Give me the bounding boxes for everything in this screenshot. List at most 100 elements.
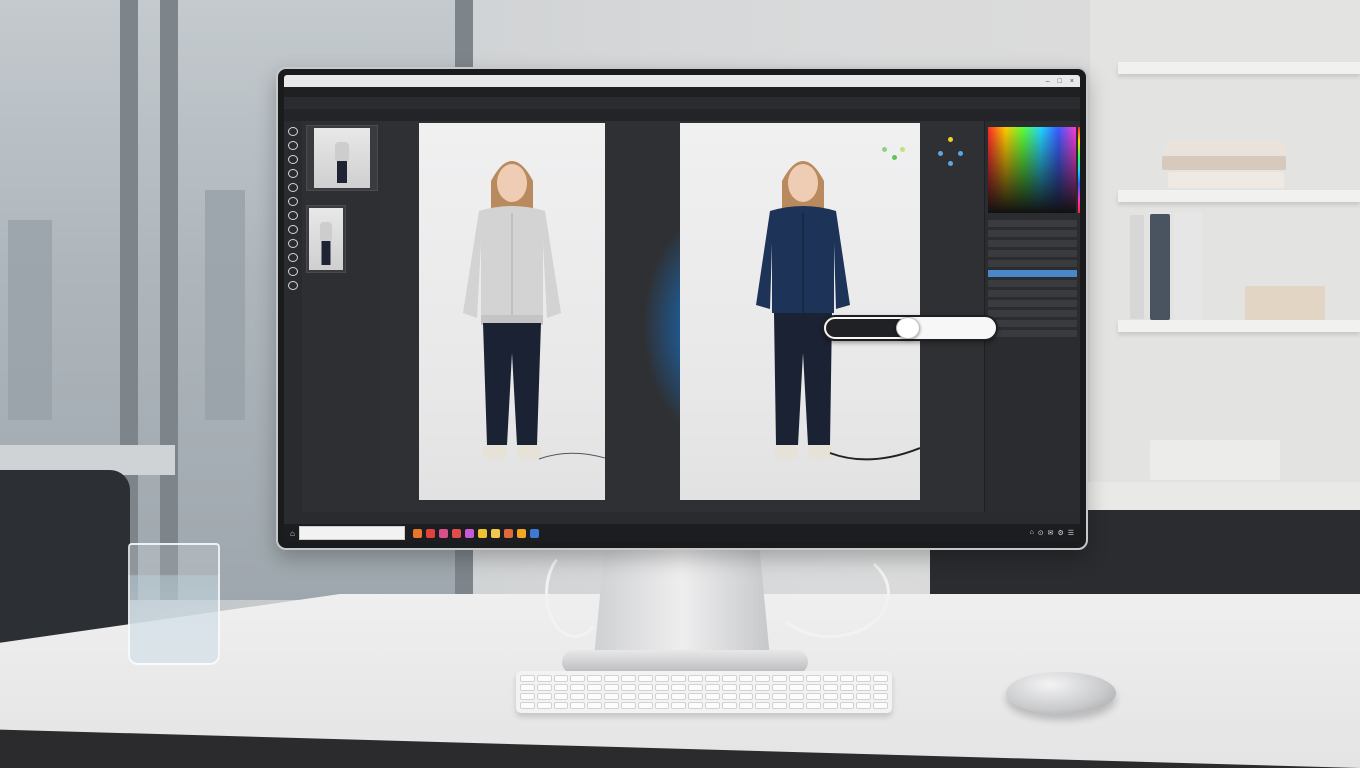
app-icon[interactable] — [516, 528, 526, 538]
key[interactable] — [856, 684, 872, 691]
key[interactable] — [654, 702, 670, 709]
key[interactable] — [671, 675, 687, 682]
mouse[interactable] — [1006, 672, 1116, 714]
key[interactable] — [805, 675, 821, 682]
layer-row[interactable] — [988, 320, 1077, 327]
app-icon[interactable] — [490, 528, 500, 538]
key[interactable] — [755, 675, 771, 682]
key[interactable] — [536, 675, 552, 682]
key[interactable] — [637, 675, 653, 682]
key[interactable] — [620, 702, 636, 709]
key[interactable] — [721, 693, 737, 700]
app-icon[interactable] — [412, 528, 422, 538]
key[interactable] — [789, 702, 804, 709]
key[interactable] — [637, 702, 653, 709]
key[interactable] — [604, 675, 619, 682]
tool-icon[interactable] — [288, 211, 298, 220]
key[interactable] — [755, 693, 771, 700]
thumbnail-2[interactable] — [306, 205, 346, 273]
tool-icon[interactable] — [288, 155, 298, 164]
key[interactable] — [738, 675, 754, 682]
app-icon[interactable] — [529, 528, 539, 538]
tray-icon[interactable]: ✉ — [1048, 529, 1054, 537]
key[interactable] — [789, 675, 804, 682]
layer-row[interactable] — [988, 230, 1077, 237]
key[interactable] — [520, 693, 535, 700]
app-icon[interactable] — [425, 528, 435, 538]
hue-slider[interactable] — [1078, 127, 1080, 213]
tool-icon[interactable] — [288, 183, 298, 192]
key[interactable] — [671, 684, 687, 691]
key[interactable] — [772, 702, 788, 709]
key[interactable] — [755, 684, 771, 691]
layer-row[interactable] — [988, 260, 1077, 267]
key[interactable] — [688, 675, 703, 682]
key[interactable] — [520, 675, 535, 682]
tool-icon[interactable] — [288, 127, 298, 136]
key[interactable] — [520, 702, 535, 709]
key[interactable] — [839, 675, 855, 682]
key[interactable] — [553, 675, 569, 682]
key[interactable] — [789, 684, 804, 691]
key[interactable] — [856, 693, 872, 700]
tool-icon[interactable] — [288, 239, 298, 248]
key[interactable] — [705, 675, 720, 682]
layer-row[interactable] — [988, 220, 1077, 227]
key[interactable] — [856, 702, 872, 709]
key[interactable] — [822, 693, 838, 700]
tool-icon[interactable] — [288, 253, 298, 262]
key[interactable] — [570, 693, 586, 700]
key[interactable] — [620, 693, 636, 700]
key[interactable] — [604, 693, 619, 700]
key[interactable] — [520, 684, 535, 691]
layer-row[interactable] — [988, 290, 1077, 297]
key[interactable] — [587, 693, 603, 700]
key[interactable] — [873, 702, 888, 709]
close-button[interactable]: × — [1070, 78, 1074, 85]
tool-icon[interactable] — [288, 169, 298, 178]
key[interactable] — [654, 675, 670, 682]
layer-row[interactable] — [988, 250, 1077, 257]
key[interactable] — [637, 693, 653, 700]
key[interactable] — [654, 684, 670, 691]
key[interactable] — [536, 702, 552, 709]
key[interactable] — [570, 675, 586, 682]
key[interactable] — [705, 693, 720, 700]
key[interactable] — [587, 702, 603, 709]
app-icon[interactable] — [477, 528, 487, 538]
layer-row[interactable] — [988, 270, 1077, 277]
key[interactable] — [822, 675, 838, 682]
tray-icon[interactable]: ⌂ — [1029, 529, 1033, 537]
key[interactable] — [637, 684, 653, 691]
key[interactable] — [654, 693, 670, 700]
comparison-slider[interactable] — [822, 315, 998, 341]
key[interactable] — [805, 693, 821, 700]
key[interactable] — [620, 684, 636, 691]
key[interactable] — [587, 675, 603, 682]
tool-icon[interactable] — [288, 197, 298, 206]
key[interactable] — [553, 702, 569, 709]
key[interactable] — [721, 702, 737, 709]
tool-icon[interactable] — [288, 281, 298, 290]
key[interactable] — [873, 684, 888, 691]
key[interactable] — [738, 684, 754, 691]
keyboard[interactable] — [516, 671, 892, 713]
key[interactable] — [839, 684, 855, 691]
key[interactable] — [789, 693, 804, 700]
tool-icon[interactable] — [288, 141, 298, 150]
key[interactable] — [705, 684, 720, 691]
key[interactable] — [721, 675, 737, 682]
key[interactable] — [604, 702, 619, 709]
app-icon[interactable] — [438, 528, 448, 538]
key[interactable] — [772, 693, 788, 700]
layer-row[interactable] — [988, 280, 1077, 287]
key[interactable] — [688, 702, 703, 709]
minimize-button[interactable]: – — [1046, 78, 1050, 85]
key[interactable] — [772, 684, 788, 691]
transform-gizmo[interactable] — [938, 137, 968, 171]
app-icon[interactable] — [503, 528, 513, 538]
key[interactable] — [553, 684, 569, 691]
key[interactable] — [688, 684, 703, 691]
anchor-points[interactable] — [882, 139, 912, 169]
tray-icon[interactable]: ☰ — [1068, 529, 1074, 537]
